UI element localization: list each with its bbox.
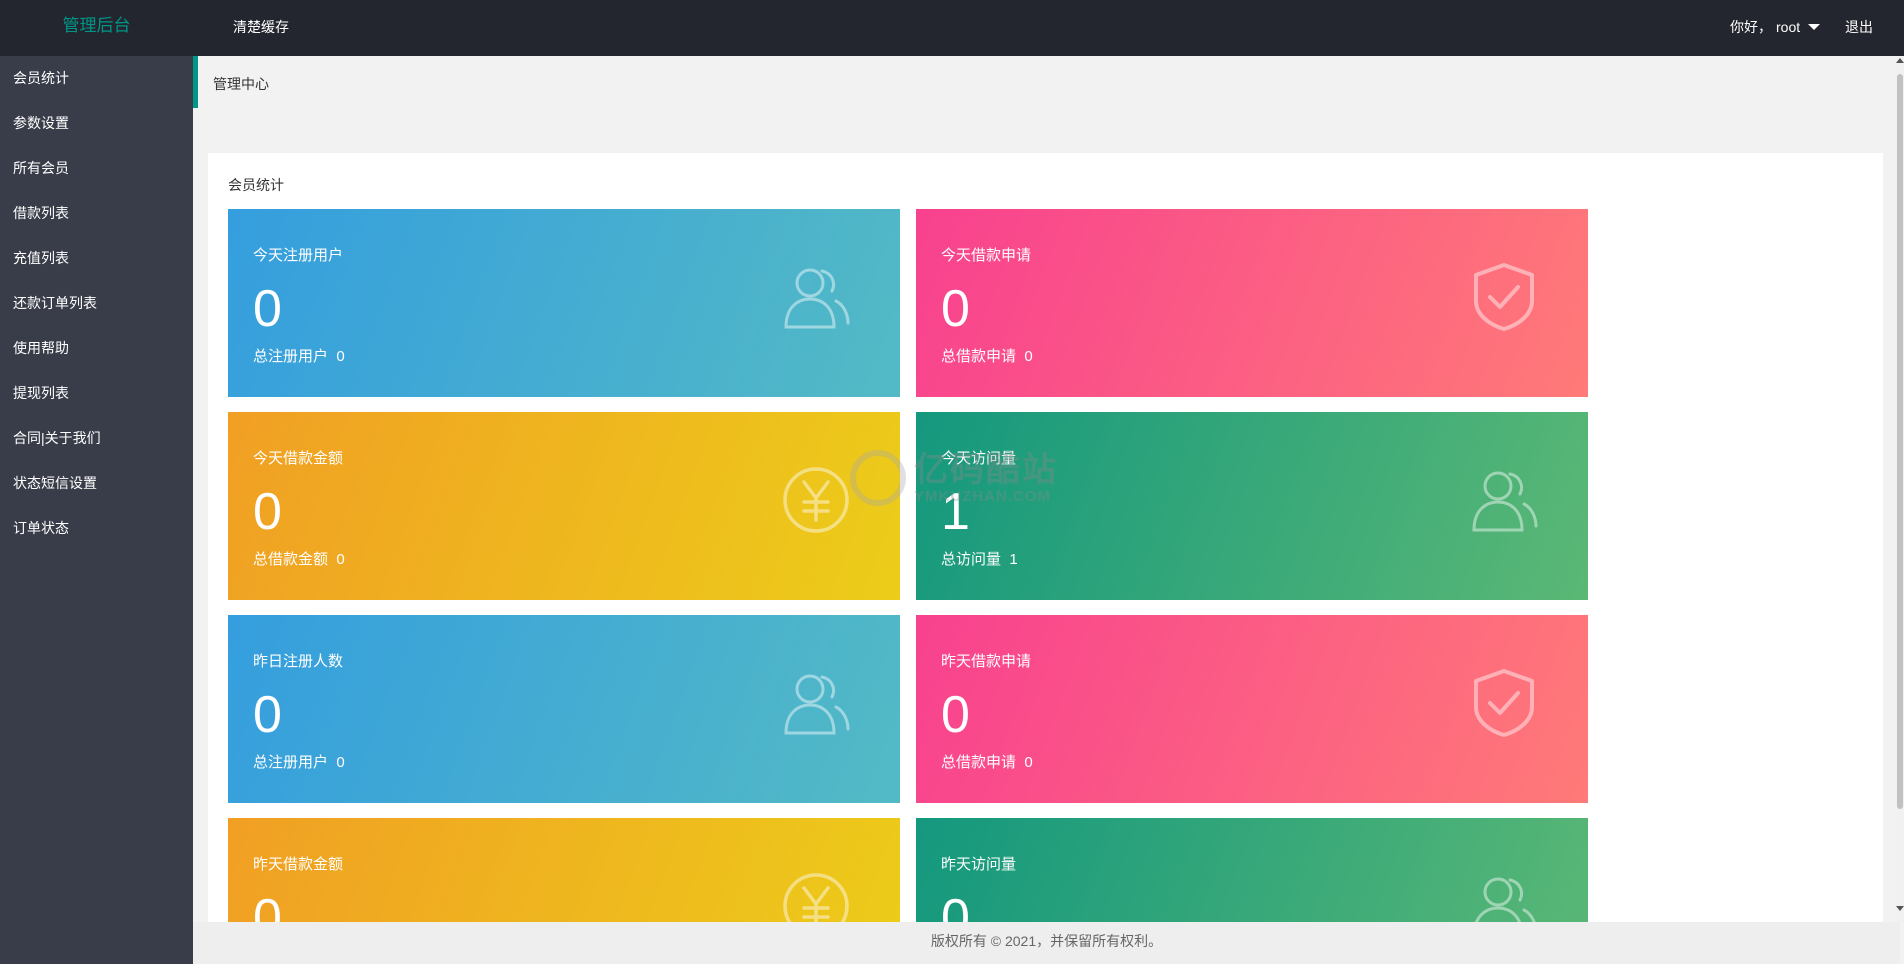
tile-label: 今天借款金额 xyxy=(253,450,344,467)
user-menu[interactable]: 你好， root xyxy=(1730,17,1821,37)
watermark-text-en: YMKUZHAN.COM xyxy=(914,487,1051,505)
tile-value: 0 xyxy=(253,483,282,541)
watermark: 亿码酷站 YMKUZHAN.COM xyxy=(850,450,1058,506)
tile-label: 昨天借款金额 xyxy=(253,856,344,873)
sidebar-item-member-stats[interactable]: 会员统计 xyxy=(0,56,193,101)
tile-footer: 总借款申请 0 xyxy=(941,751,1033,772)
users-icon xyxy=(1472,471,1538,532)
watermark-logo-icon xyxy=(850,450,906,506)
tile-footer-label: 总注册用户 xyxy=(253,348,329,365)
stats-card: 会员统计 今天注册用户 0 总注册用户 0 今天借款申请 0 总借款申请 0 今… xyxy=(208,153,1883,922)
tile-value: 0 xyxy=(253,280,282,338)
stat-tile-today-registrations: 今天注册用户 0 总注册用户 0 xyxy=(228,209,900,397)
sidebar-item-repayment-orders[interactable]: 还款订单列表 xyxy=(0,281,193,326)
users-icon xyxy=(784,674,850,735)
tile-footer-label: 总借款金额 xyxy=(253,551,329,568)
yen-icon xyxy=(783,467,849,533)
clear-cache-link[interactable]: 清楚缓存 xyxy=(233,17,289,37)
sidebar-item-order-status[interactable]: 订单状态 xyxy=(0,506,193,551)
stat-tile-today-loan-applications: 今天借款申请 0 总借款申请 0 xyxy=(916,209,1588,397)
tile-footer: 总访问量 1 xyxy=(941,548,1018,569)
sidebar-item-loan-list[interactable]: 借款列表 xyxy=(0,191,193,236)
sidebar-item-contract-about[interactable]: 合同|关于我们 xyxy=(0,416,193,461)
tile-footer: 总注册用户 0 xyxy=(253,345,345,366)
sidebar-item-sms-settings[interactable]: 状态短信设置 xyxy=(0,461,193,506)
tile-label: 今天借款申请 xyxy=(941,247,1032,264)
tile-label: 今天注册用户 xyxy=(253,247,344,264)
sidebar-item-parameter-settings[interactable]: 参数设置 xyxy=(0,101,193,146)
stat-tile-yesterday-visits: 昨天访问量 0 xyxy=(916,818,1588,922)
sidebar-item-withdrawal-list[interactable]: 提现列表 xyxy=(0,371,193,416)
tile-footer: 总借款金额 0 xyxy=(253,548,345,569)
shield-check-icon xyxy=(1474,263,1534,331)
scroll-up-arrow-icon[interactable] xyxy=(1896,58,1904,63)
greeting-text: 你好， xyxy=(1730,19,1772,35)
tile-footer-value: 0 xyxy=(336,551,345,568)
tile-footer-value: 0 xyxy=(336,348,345,365)
tile-value: 0 xyxy=(941,686,970,744)
tile-value: 0 xyxy=(941,889,970,922)
tile-value: 0 xyxy=(941,280,970,338)
shield-check-icon xyxy=(1474,669,1534,737)
vertical-scrollbar[interactable] xyxy=(1896,56,1904,922)
stat-tile-yesterday-loan-amount: 昨天借款金额 0 xyxy=(228,818,900,922)
logout-link[interactable]: 退出 xyxy=(1845,17,1873,37)
sidebar-item-recharge-list[interactable]: 充值列表 xyxy=(0,236,193,281)
tile-label: 昨日注册人数 xyxy=(253,653,344,670)
page-footer: 版权所有 © 2021，并保留所有权利。 xyxy=(193,922,1900,964)
top-header: 管理后台 清楚缓存 你好， root 退出 xyxy=(0,0,1904,56)
stat-tile-today-loan-amount: 今天借款金额 0 总借款金额 0 xyxy=(228,412,900,600)
stat-tile-yesterday-loan-applications: 昨天借款申请 0 总借款申请 0 xyxy=(916,615,1588,803)
tile-footer-value: 0 xyxy=(1024,348,1033,365)
stat-tile-today-visits: 今天访问量 1 总访问量 1 xyxy=(916,412,1588,600)
tile-footer-label: 总借款申请 xyxy=(941,348,1017,365)
app-logo[interactable]: 管理后台 xyxy=(0,0,193,56)
tile-footer-value: 1 xyxy=(1009,551,1018,568)
scroll-down-arrow-icon[interactable] xyxy=(1896,906,1904,911)
yen-icon xyxy=(783,873,849,922)
sidebar-item-all-members[interactable]: 所有会员 xyxy=(0,146,193,191)
tile-footer-value: 0 xyxy=(336,754,345,771)
tile-label: 昨天借款申请 xyxy=(941,653,1032,670)
tile-footer: 总借款申请 0 xyxy=(941,345,1033,366)
caret-down-icon xyxy=(1808,24,1821,30)
username-text: root xyxy=(1776,19,1801,35)
users-icon xyxy=(784,268,850,329)
breadcrumb-label: 管理中心 xyxy=(213,76,269,92)
watermark-text-cn: 亿码酷站 xyxy=(914,450,1058,489)
tile-footer-label: 总访问量 xyxy=(941,551,1002,568)
tile-value: 0 xyxy=(253,889,282,922)
tile-footer: 总注册用户 0 xyxy=(253,751,345,772)
breadcrumb: 管理中心 xyxy=(193,56,1900,108)
sidebar-nav: 会员统计 参数设置 所有会员 借款列表 充值列表 还款订单列表 使用帮助 提现列… xyxy=(0,56,193,964)
tile-footer-label: 总注册用户 xyxy=(253,754,329,771)
tile-label: 昨天访问量 xyxy=(941,856,1017,873)
users-icon xyxy=(1474,877,1536,922)
stat-tile-yesterday-registrations: 昨日注册人数 0 总注册用户 0 xyxy=(228,615,900,803)
scroll-thumb[interactable] xyxy=(1897,74,1903,809)
sidebar-item-help[interactable]: 使用帮助 xyxy=(0,326,193,371)
tile-value: 0 xyxy=(253,686,282,744)
card-title: 会员统计 xyxy=(228,177,284,193)
tile-footer-label: 总借款申请 xyxy=(941,754,1017,771)
tile-footer-value: 0 xyxy=(1024,754,1033,771)
